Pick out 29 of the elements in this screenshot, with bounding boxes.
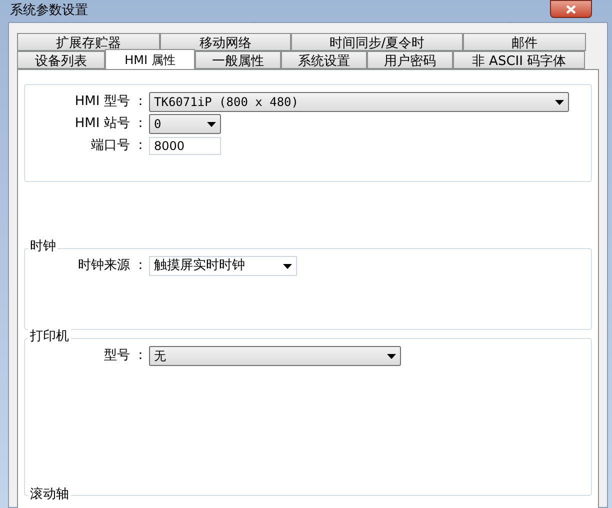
- tab[interactable]: 邮件: [463, 33, 586, 51]
- tab[interactable]: HMI 属性: [105, 49, 195, 69]
- group-title: 滚动轴: [28, 487, 71, 503]
- tab[interactable]: 系统设置: [281, 51, 367, 69]
- tab[interactable]: 移动网络: [160, 33, 291, 51]
- tab[interactable]: 设备列表: [17, 51, 105, 69]
- input-field[interactable]: 8000: [149, 137, 221, 155]
- tab[interactable]: 一般属性: [195, 51, 281, 69]
- dropdown[interactable]: 0: [149, 114, 221, 134]
- dropdown-arrow-icon: [387, 354, 396, 358]
- close-icon: [566, 4, 576, 14]
- field-label: HMI 站号 ：: [74, 115, 147, 134]
- tab[interactable]: 用户密码: [367, 51, 453, 69]
- field-label: 端口号 ：: [90, 137, 147, 156]
- field-label: HMI 型号 ：: [74, 93, 147, 112]
- group-title: 打印机: [28, 329, 71, 345]
- dropdown-arrow-icon: [283, 264, 292, 268]
- field-label: 时钟来源 ：: [78, 257, 147, 276]
- dropdown-arrow-icon: [207, 122, 216, 126]
- tab[interactable]: 时间同步/夏令时: [291, 33, 463, 51]
- dropdown[interactable]: 触摸屏实时时钟: [149, 256, 297, 276]
- window-title: 系统参数设置: [10, 2, 88, 20]
- dropdown[interactable]: 无: [149, 346, 401, 366]
- field-label: 型号 ：: [104, 347, 147, 366]
- tab[interactable]: 非 ASCII 码字体: [453, 51, 585, 69]
- close-button[interactable]: [550, 0, 592, 18]
- group-title: 时钟: [28, 239, 58, 255]
- dropdown-arrow-icon: [555, 100, 564, 104]
- dropdown[interactable]: TK6071iP (800 x 480): [149, 92, 569, 112]
